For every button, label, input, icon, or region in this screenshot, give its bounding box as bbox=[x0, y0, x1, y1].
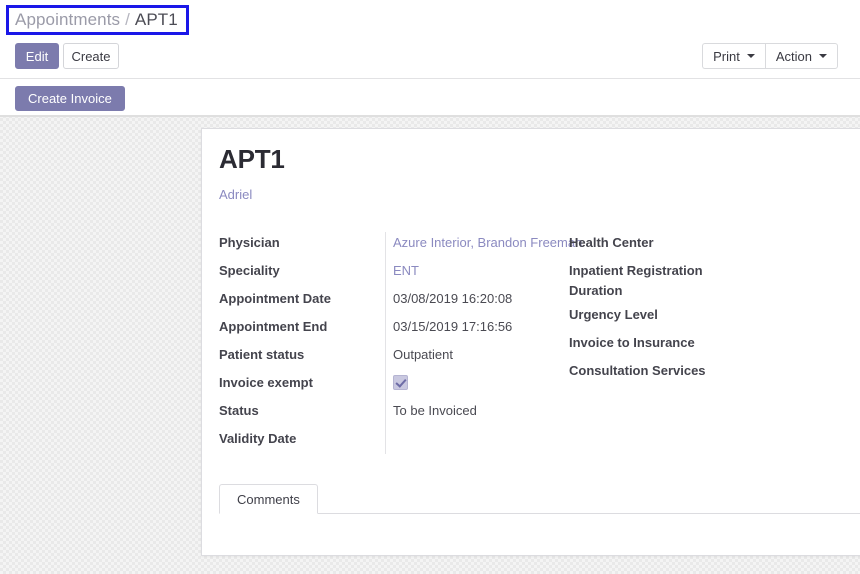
field-row: Validity Date bbox=[219, 425, 549, 453]
field-row: Physician Azure Interior, Brandon Freeman bbox=[219, 229, 582, 257]
form-sheet: APT1 Adriel Physician Azure Interior, Bra… bbox=[201, 128, 860, 556]
breadcrumb-row: Appointments / APT1 bbox=[0, 0, 860, 38]
create-button[interactable]: Create bbox=[63, 43, 119, 69]
breadcrumb-separator: / bbox=[125, 10, 130, 29]
breadcrumb-item-current: APT1 bbox=[134, 10, 178, 29]
notebook: Comments bbox=[219, 484, 860, 555]
breadcrumb: Appointments / APT1 bbox=[6, 5, 189, 35]
field-label: Inpatient Registration Duration bbox=[569, 263, 703, 298]
breadcrumb-item-appointments[interactable]: Appointments bbox=[15, 10, 120, 30]
field-row: Consultation Services bbox=[569, 357, 860, 385]
field-label: Validity Date bbox=[219, 431, 297, 446]
field-row: Inpatient Registration Duration bbox=[569, 257, 860, 301]
field-row: Urgency Level bbox=[569, 301, 860, 329]
status-action-row: Create Invoice bbox=[0, 79, 860, 115]
chevron-down-icon bbox=[746, 54, 755, 58]
field-label: Status bbox=[219, 403, 259, 418]
field-label: Patient status bbox=[219, 347, 305, 362]
field-row: Patient status Outpatient bbox=[219, 341, 549, 369]
field-value: 03/08/2019 16:20:08 bbox=[393, 291, 513, 306]
field-label: Appointment Date bbox=[219, 291, 331, 306]
field-label: Health Center bbox=[569, 235, 654, 250]
field-row: Speciality ENT bbox=[219, 257, 549, 285]
left-field-list: Physician Azure Interior, Brandon Freeman… bbox=[219, 229, 582, 453]
field-value: 03/15/2019 17:16:56 bbox=[393, 319, 513, 334]
edit-button[interactable]: Edit bbox=[15, 43, 59, 69]
control-panel-dropdowns: Print Action bbox=[702, 43, 838, 69]
action-label: Action bbox=[775, 48, 812, 64]
field-label: Invoice to Insurance bbox=[569, 335, 695, 350]
field-row: Health Center bbox=[569, 229, 860, 257]
field-row: Invoice to Insurance bbox=[569, 329, 860, 357]
field-value[interactable]: ENT bbox=[385, 257, 419, 285]
action-dropdown-button[interactable]: Action bbox=[764, 43, 838, 69]
field-value: To be Invoiced bbox=[393, 403, 477, 418]
print-dropdown-button[interactable]: Print bbox=[702, 43, 765, 69]
print-label: Print bbox=[713, 48, 740, 64]
field-row: Invoice exempt bbox=[219, 369, 549, 397]
field-value[interactable]: Azure Interior, Brandon Freeman bbox=[385, 229, 582, 257]
notebook-tab-body bbox=[219, 514, 860, 555]
field-label: Appointment End bbox=[219, 319, 328, 334]
record-subtitle[interactable]: Adriel bbox=[219, 187, 860, 202]
page-title: APT1 bbox=[219, 144, 285, 174]
field-label: Speciality bbox=[219, 263, 280, 278]
right-field-list: Health Center Inpatient Registration Dura… bbox=[569, 229, 860, 385]
create-invoice-button[interactable]: Create Invoice bbox=[15, 86, 125, 111]
field-label: Consultation Services bbox=[569, 363, 706, 378]
control-panel: Edit Create Print Action bbox=[0, 38, 860, 78]
invoice-exempt-checkbox[interactable] bbox=[393, 375, 408, 390]
field-row: Appointment Date 03/08/2019 16:20:08 bbox=[219, 285, 549, 313]
field-label: Urgency Level bbox=[569, 307, 658, 322]
form-column-right: Health Center Inpatient Registration Dura… bbox=[569, 229, 860, 385]
tab-comments[interactable]: Comments bbox=[219, 484, 318, 514]
notebook-tabs: Comments bbox=[219, 484, 860, 514]
chevron-down-icon bbox=[819, 54, 827, 58]
form-column-left: Physician Azure Interior, Brandon Freeman… bbox=[219, 229, 582, 454]
appointment-form-page: Appointments / APT1 Edit Create Print Ac… bbox=[0, 0, 860, 574]
field-value: Outpatient bbox=[393, 347, 453, 362]
field-row: Status To be Invoiced bbox=[219, 397, 549, 425]
field-row: Appointment End 03/15/2019 17:16:56 bbox=[219, 313, 549, 341]
page-background-top-border bbox=[0, 115, 860, 117]
field-label: Physician bbox=[219, 235, 280, 250]
field-label: Invoice exempt bbox=[219, 375, 313, 390]
